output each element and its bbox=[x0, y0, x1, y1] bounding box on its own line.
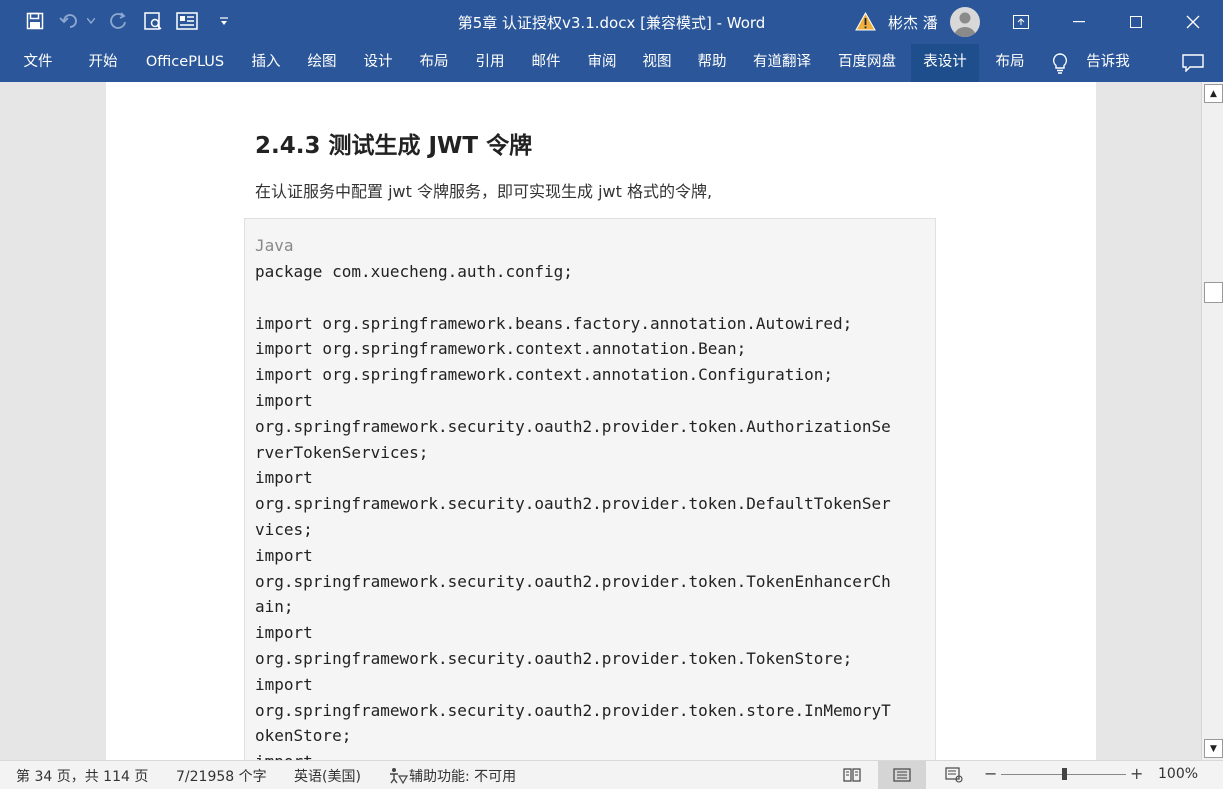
close-button[interactable] bbox=[1167, 0, 1219, 44]
code-language-label: Java bbox=[255, 236, 294, 255]
word-count[interactable]: 7/21958 个字 bbox=[176, 766, 267, 786]
tab-mailings[interactable]: 邮件 bbox=[523, 44, 569, 82]
zoom-slider[interactable] bbox=[1001, 768, 1126, 780]
code-line: org.springframework.security.oauth2.prov… bbox=[255, 700, 891, 720]
code-line: import org.springframework.context.annot… bbox=[255, 365, 833, 385]
tab-layout[interactable]: 布局 bbox=[411, 44, 457, 82]
tab-design[interactable]: 设计 bbox=[355, 44, 401, 82]
code-line: okenStore; bbox=[255, 726, 352, 746]
tab-home[interactable]: 开始 bbox=[80, 44, 126, 82]
code-line: import bbox=[255, 468, 313, 488]
warning-icon[interactable] bbox=[855, 11, 876, 35]
document-area: 2.4.3 测试生成 JWT 令牌 在认证服务中配置 jwt 令牌服务，即可实现… bbox=[0, 82, 1201, 760]
user-name[interactable]: 彬杰 潘 bbox=[888, 12, 938, 33]
tab-insert[interactable]: 插入 bbox=[243, 44, 289, 82]
scroll-up-arrow-icon[interactable]: ▲ bbox=[1204, 84, 1223, 103]
avatar[interactable] bbox=[950, 7, 980, 37]
title-bar: 第5章 认证授权v3.1.docx [兼容模式] - Word 彬杰 潘 bbox=[0, 0, 1223, 44]
tab-table-layout[interactable]: 布局 bbox=[984, 44, 1036, 82]
scrollbar-thumb[interactable] bbox=[1204, 282, 1223, 303]
minimize-button[interactable] bbox=[1053, 0, 1105, 44]
body-paragraph: 在认证服务中配置 jwt 令牌服务，即可实现生成 jwt 格式的令牌, bbox=[255, 182, 713, 201]
tab-review[interactable]: 审阅 bbox=[579, 44, 625, 82]
code-line: import bbox=[255, 749, 891, 760]
code-line: org.springframework.security.oauth2.prov… bbox=[255, 648, 853, 668]
code-line: import bbox=[255, 545, 313, 565]
code-line: import org.springframework.beans.factory… bbox=[255, 313, 853, 333]
code-line: import bbox=[255, 674, 313, 694]
tab-youdao-translate[interactable]: 有道翻译 bbox=[745, 44, 819, 82]
tab-help[interactable]: 帮助 bbox=[689, 44, 735, 82]
code-line: package com.xuecheng.auth.config; bbox=[255, 262, 573, 281]
accessibility-status[interactable]: 辅助功能: 不可用 bbox=[409, 766, 516, 786]
code-line: import bbox=[255, 390, 313, 410]
zoom-percentage[interactable]: 100% bbox=[1158, 766, 1198, 782]
tab-view[interactable]: 视图 bbox=[634, 44, 680, 82]
tell-me-search[interactable]: 告诉我 bbox=[1080, 44, 1136, 82]
zoom-out-icon[interactable]: − bbox=[984, 764, 997, 783]
tab-baidu-netdisk[interactable]: 百度网盘 bbox=[830, 44, 904, 82]
tab-file[interactable]: 文件 bbox=[15, 44, 61, 82]
maximize-button[interactable] bbox=[1110, 0, 1162, 44]
lightbulb-icon[interactable] bbox=[1050, 52, 1070, 78]
read-mode-icon[interactable] bbox=[834, 761, 870, 789]
ribbon-display-options-button[interactable] bbox=[995, 0, 1047, 44]
comments-icon[interactable] bbox=[1182, 54, 1204, 76]
tab-table-design[interactable]: 表设计 bbox=[911, 44, 979, 82]
status-bar: 第 34 页，共 114 页 7/21958 个字 英语(美国) 辅助功能: 不… bbox=[0, 760, 1223, 789]
language-indicator[interactable]: 英语(美国) bbox=[294, 766, 361, 786]
code-line: import org.springframework.context.annot… bbox=[255, 339, 747, 359]
page-count[interactable]: 第 34 页，共 114 页 bbox=[16, 766, 148, 786]
code-line: ain; bbox=[255, 597, 294, 617]
code-line: org.springframework.security.oauth2.prov… bbox=[255, 571, 891, 591]
code-line: org.springframework.security.oauth2.prov… bbox=[255, 416, 891, 436]
tab-draw[interactable]: 绘图 bbox=[299, 44, 345, 82]
code-line: import bbox=[255, 623, 313, 643]
tab-officeplus[interactable]: OfficePLUS bbox=[138, 44, 232, 82]
scroll-down-arrow-icon[interactable]: ▼ bbox=[1204, 739, 1223, 758]
code-line: rverTokenServices; bbox=[255, 442, 429, 462]
vertical-scrollbar[interactable]: ▲ ▼ bbox=[1201, 82, 1223, 760]
zoom-slider-thumb[interactable] bbox=[1061, 768, 1067, 780]
zoom-in-icon[interactable]: + bbox=[1130, 764, 1143, 783]
code-block[interactable]: Java package com.xuecheng.auth.config; i… bbox=[244, 218, 936, 760]
document-page[interactable]: 2.4.3 测试生成 JWT 令牌 在认证服务中配置 jwt 令牌服务，即可实现… bbox=[106, 82, 1096, 760]
code-line: vices; bbox=[255, 519, 313, 539]
web-layout-icon[interactable] bbox=[936, 761, 972, 789]
print-layout-icon[interactable] bbox=[878, 761, 926, 789]
accessibility-icon[interactable] bbox=[388, 767, 409, 788]
code-content: package com.xuecheng.auth.config; import… bbox=[255, 259, 891, 760]
tab-references[interactable]: 引用 bbox=[467, 44, 513, 82]
code-line: org.springframework.security.oauth2.prov… bbox=[255, 494, 891, 514]
section-heading: 2.4.3 测试生成 JWT 令牌 bbox=[255, 133, 533, 159]
ribbon-tab-bar: 文件 开始 OfficePLUS 插入 绘图 设计 布局 引用 邮件 审阅 视图… bbox=[0, 44, 1223, 82]
